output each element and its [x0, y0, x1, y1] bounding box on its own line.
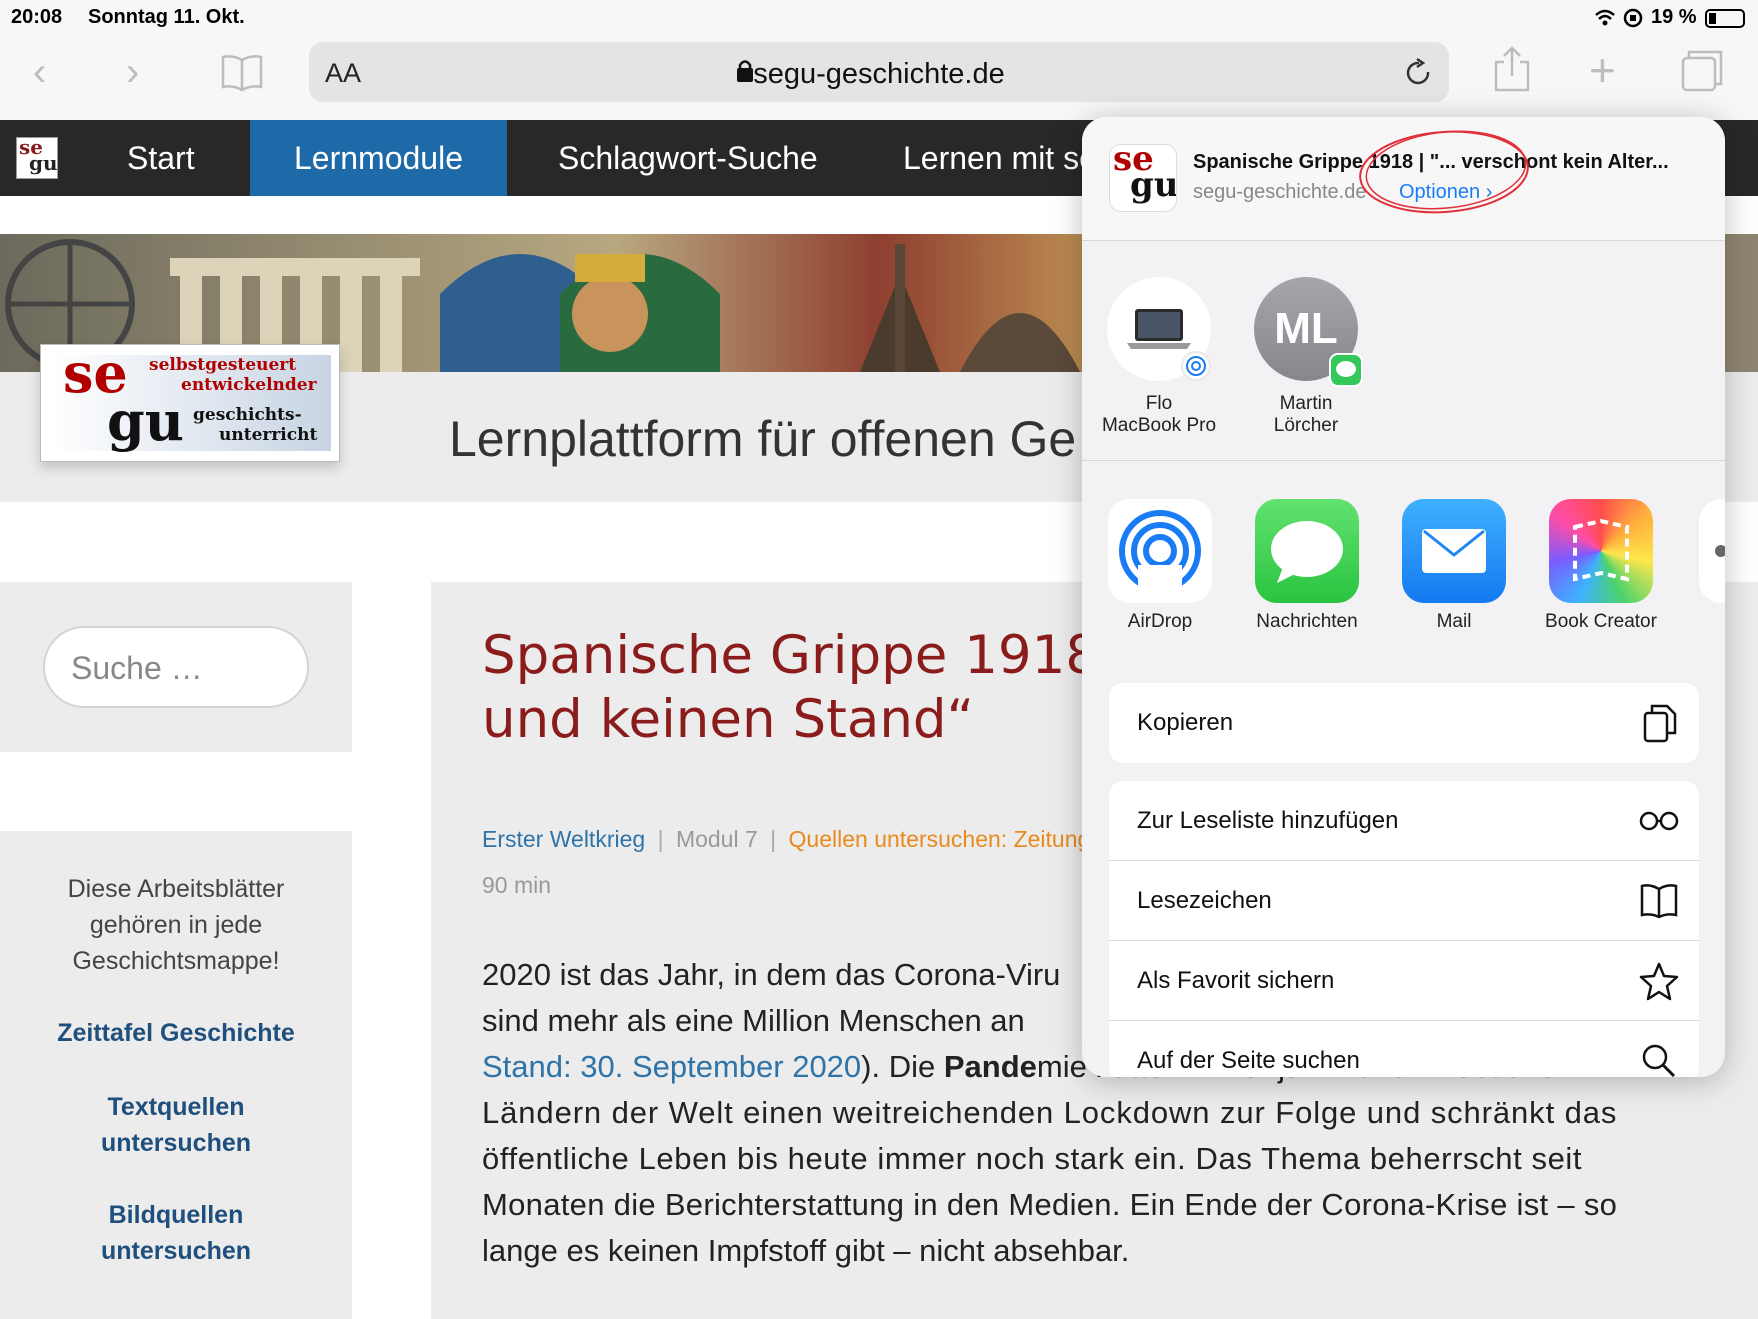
sidebar-blurb-line: gehören in jede [89, 911, 263, 939]
sidebar-blurb-line: Geschichtsmappe! [72, 947, 280, 975]
article-line: lange es keinen Impfstoff gibt – nicht a… [482, 1233, 1130, 1268]
action-leseliste[interactable]: Zur Leseliste hinzufügen [1109, 781, 1699, 861]
forward-icon[interactable]: › [126, 52, 139, 92]
reload-icon[interactable] [1404, 58, 1434, 88]
battery-percent: 19 % [1651, 6, 1697, 28]
action-lesezeichen[interactable]: Lesezeichen [1109, 861, 1699, 941]
category-link[interactable]: Erster Weltkrieg [482, 826, 645, 852]
share-sheet-header: se gu Spanische Grippe 1918 | "... versc… [1082, 117, 1725, 241]
tabs-icon[interactable] [1681, 50, 1723, 92]
address-bar[interactable]: AA segu-geschichte.de [309, 42, 1449, 102]
back-icon[interactable]: ‹ [33, 52, 46, 92]
page-thumbnail: se gu [1109, 144, 1177, 212]
article-line: Ländern der Welt einen weitreichenden Lo… [482, 1095, 1618, 1130]
action-group: Zur Leseliste hinzufügen Lesezeichen Als… [1109, 781, 1699, 1077]
new-tab-icon[interactable]: + [1589, 47, 1616, 93]
meta-separator: | [770, 826, 777, 852]
copy-icon [1643, 704, 1677, 743]
share-icon[interactable] [1494, 46, 1530, 92]
sidebar-links-box: Diese Arbeitsblätter gehören in jede Ges… [0, 831, 352, 1319]
action-kopieren[interactable]: Kopieren [1109, 683, 1699, 763]
module-label: Modul 7 [675, 826, 758, 852]
meta-separator: | [657, 826, 664, 852]
sidebar-blurb-line: Diese Arbeitsblätter [67, 875, 285, 903]
url-text: segu-geschichte.de [753, 58, 1005, 90]
magnifier-icon [1642, 1044, 1676, 1077]
platform-tagline: Lernplattform für offenen Ge [449, 411, 1077, 467]
action-group: Kopieren [1109, 683, 1699, 763]
mail-icon [1402, 499, 1506, 603]
sidebar-link-zeittafel[interactable]: Zeittafel Geschichte [0, 1015, 352, 1051]
action-favorit[interactable]: Als Favorit sichern [1109, 941, 1699, 1021]
nav-item-schlagwort-suche[interactable]: Schlagwort-Suche [558, 120, 818, 196]
battery-icon [1705, 9, 1745, 28]
share-page-domain: segu-geschichte.de [1193, 181, 1367, 203]
book-creator-icon [1549, 499, 1653, 603]
airdrop-device-avatar[interactable] [1107, 277, 1211, 381]
sidebar-link-textquellen-2[interactable]: untersuchen [0, 1125, 352, 1161]
more-apps-icon[interactable] [1699, 499, 1725, 603]
airdrop-icon [1108, 499, 1212, 603]
sidebar-link-bildquellen-2[interactable]: untersuchen [0, 1233, 352, 1269]
laptop-icon [1127, 309, 1191, 349]
action-seite-suchen[interactable]: Auf der Seite suchen [1109, 1021, 1699, 1077]
site-logo[interactable]: se gu selbstgesteuert entwickelnder gesc… [40, 341, 340, 462]
status-bar: 20:08 Sonntag 11. Okt. 19 % [0, 0, 1758, 36]
nav-item-start[interactable]: Start [127, 120, 195, 196]
article-title: Spanische Grippe 1918 | „ und keinen Sta… [482, 625, 1179, 750]
nav-item-lernmodule[interactable]: Lernmodule [250, 120, 507, 196]
article-line: Monaten die Berichterstattung in den Med… [482, 1187, 1618, 1222]
nav-item-lernen[interactable]: Lernen mit se [903, 120, 1097, 196]
star-icon [1639, 962, 1679, 1001]
source-link[interactable]: Stand: 30. September 2020 [482, 1049, 861, 1084]
bookmarks-icon[interactable] [221, 54, 263, 92]
book-icon [1640, 884, 1678, 919]
wifi-icon [1595, 9, 1615, 26]
person-flo[interactable]: Flo MacBook Pro [1099, 393, 1219, 437]
article-meta: Erster Weltkrieg | Modul 7 | Quellen unt… [482, 826, 1090, 853]
sidebar-link-textquellen[interactable]: Textquellen [0, 1089, 352, 1125]
status-date: Sonntag 11. Okt. [88, 6, 245, 28]
messages-icon [1255, 499, 1359, 603]
tag-link[interactable]: Quellen untersuchen: Zeitung [789, 826, 1091, 852]
article-line: öffentliche Leben bis heute immer noch s… [482, 1141, 1583, 1176]
status-time: 20:08 [11, 6, 63, 28]
glasses-icon [1639, 811, 1679, 831]
messages-badge-icon [1329, 353, 1363, 387]
divider [1082, 460, 1725, 461]
search-input[interactable]: Suche … [43, 626, 309, 708]
article-duration: 90 min [482, 872, 552, 898]
person-martin[interactable]: Martin Lörcher [1246, 393, 1366, 437]
annotation-circle [1359, 130, 1529, 214]
site-nav-logo[interactable]: se gu [16, 135, 58, 179]
airdrop-badge-icon [1181, 351, 1211, 381]
share-sheet: se gu Spanische Grippe 1918 | "... versc… [1082, 117, 1725, 1077]
sidebar-link-bildquellen[interactable]: Bildquellen [0, 1197, 352, 1233]
orientation-lock-icon [1623, 8, 1643, 28]
